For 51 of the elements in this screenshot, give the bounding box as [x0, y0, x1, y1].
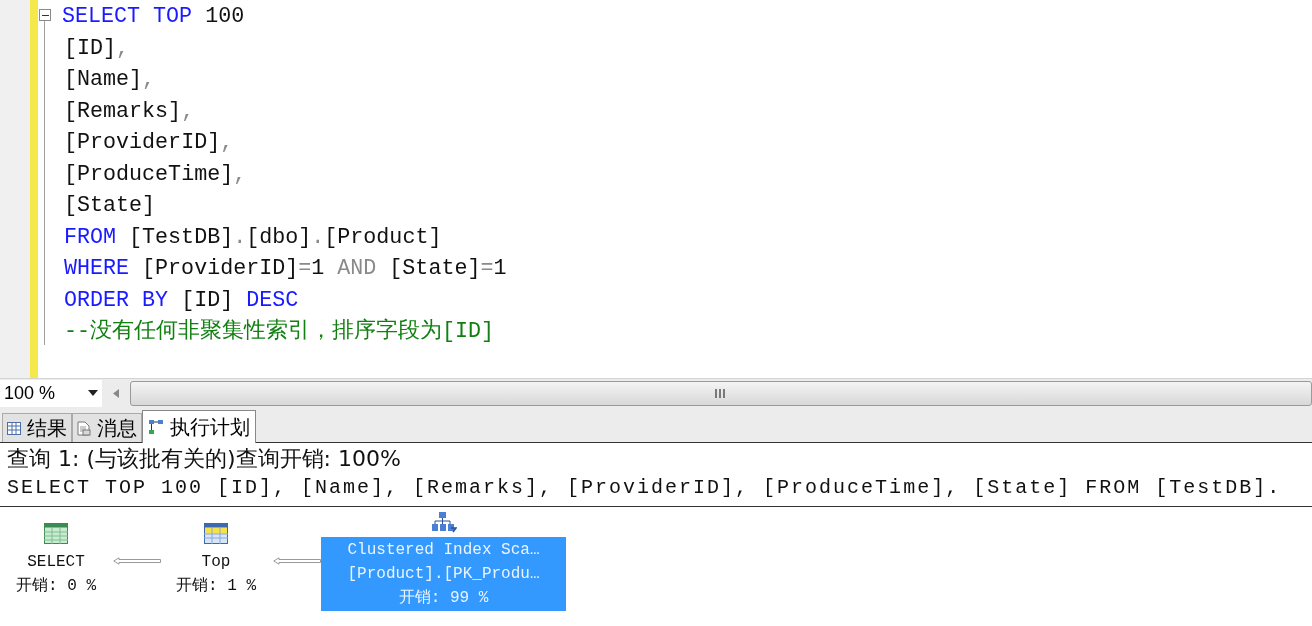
table-icon	[204, 523, 228, 544]
sql-keyword: WHERE	[64, 255, 130, 283]
index-tree-icon	[430, 511, 457, 533]
sql-identifier: [ID]	[64, 34, 117, 63]
sql-identifier: [dbo]	[246, 223, 312, 252]
result-tab[interactable]: 消息	[72, 413, 142, 442]
result-tab[interactable]: 执行计划	[142, 410, 256, 443]
sql-operator: ,	[220, 129, 234, 157]
sql-operator: .	[311, 223, 325, 252]
sql-identifier: [ID]	[181, 286, 234, 315]
sql-keyword: ORDER BY	[64, 286, 169, 315]
sql-identifier: [State]	[389, 255, 481, 283]
query-cost-header: 查询 1: (与该批有关的)查询开销: 100%	[7, 445, 402, 473]
sql-operator: AND	[337, 255, 377, 283]
sql-keyword: DESC	[246, 286, 299, 315]
arrow-icon	[113, 557, 161, 565]
collapse-icon[interactable]	[39, 9, 51, 21]
sql-keyword: FROM	[64, 223, 117, 252]
grip-icon	[715, 388, 727, 398]
grid-icon	[7, 421, 21, 435]
caret-icon	[88, 390, 98, 396]
zoom-dropdown[interactable]: 100 %	[0, 379, 102, 407]
sql-operator: ,	[142, 66, 156, 94]
sql-identifier: [Remarks]	[64, 97, 182, 126]
sql-identifier: [ProviderID]	[142, 255, 299, 283]
document-icon	[77, 420, 91, 436]
query-statement: SELECT TOP 100 [ID], [Name], [Remarks], [ProviderID], [ProduceTime], [State] FROM [TestDB].	[7, 475, 1283, 501]
sql-operator: =	[480, 255, 494, 283]
sql-identifier: [ProviderID]	[64, 129, 221, 157]
plan-icon	[148, 419, 164, 435]
sql-comment: --没有任何非聚集性索引，排序字段为[ID]	[64, 317, 495, 346]
scroll-left-icon[interactable]	[113, 388, 119, 398]
sql-identifier: 1	[311, 255, 325, 283]
sql-operator: ,	[233, 160, 247, 189]
sql-identifier: [Name]	[64, 66, 143, 94]
scrollbar-thumb[interactable]	[130, 380, 1312, 406]
table-icon	[44, 523, 68, 544]
sql-operator: ,	[181, 97, 195, 126]
sql-keyword: TOP	[153, 3, 193, 31]
sql-identifier: [Product]	[324, 223, 442, 252]
result-tab[interactable]: 结果	[2, 413, 72, 442]
sql-identifier: [ProduceTime]	[64, 160, 234, 189]
sql-operator: =	[298, 255, 312, 283]
sql-identifier: [State]	[64, 192, 156, 220]
sql-identifier: 100	[205, 3, 245, 31]
sql-identifier: [TestDB]	[129, 223, 234, 252]
arrow-icon	[273, 557, 321, 565]
sql-operator: ,	[116, 34, 130, 63]
sql-identifier: 1	[493, 255, 507, 283]
sql-keyword: SELECT	[62, 3, 141, 31]
sql-operator: .	[233, 223, 247, 252]
